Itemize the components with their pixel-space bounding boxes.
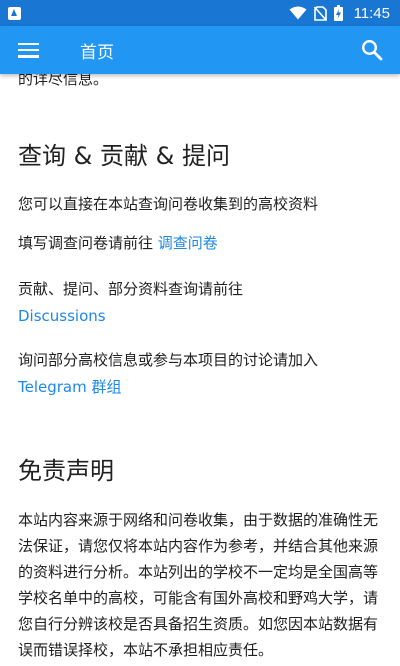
notification-a-icon: [8, 6, 21, 20]
search-button[interactable]: [344, 26, 400, 74]
disclaimer-paragraph: 本站内容来源于网络和问卷收集，由于数据的准确性无法保证，请您仅将本站内容作为参考…: [18, 511, 379, 659]
telegram-paragraph: 询问部分高校信息或参与本项目的讨论请加入 Telegram 群组: [18, 347, 382, 401]
hamburger-menu-icon: [17, 42, 39, 58]
survey-text: 填写调查问卷请前往: [18, 234, 158, 252]
query-paragraph: 您可以直接在本站查询问卷收集到的高校资料: [18, 195, 319, 213]
truncated-paragraph: 的详尽信息。: [18, 74, 109, 88]
status-time: 11:45: [353, 4, 390, 22]
no-sim-icon: [313, 5, 327, 21]
menu-button[interactable]: [0, 26, 62, 74]
section-heading-disclaimer: 免责声明: [18, 457, 114, 485]
section-heading-query: 查询 & 贡献 & 提问: [18, 142, 230, 170]
survey-paragraph: 填写调查问卷请前往 调查问卷: [18, 230, 382, 257]
main-content: 的详尽信息。 查询 & 贡献 & 提问 您可以直接在本站查询问卷收集到的高校资料…: [0, 74, 400, 666]
discussions-link[interactable]: Discussions: [18, 307, 106, 325]
telegram-link[interactable]: Telegram 群组: [18, 378, 122, 396]
app-bar: 首页: [0, 26, 400, 74]
status-bar: 11:45: [0, 0, 400, 26]
telegram-text: 询问部分高校信息或参与本项目的讨论请加入: [18, 351, 319, 369]
wifi-icon: [289, 6, 307, 20]
status-right: 11:45: [289, 5, 390, 22]
page-title: 首页: [80, 42, 114, 63]
battery-charging-icon: [333, 5, 343, 21]
discussions-paragraph: 贡献、提问、部分资料查询请前往 Discussions: [18, 276, 382, 330]
search-icon: [361, 39, 383, 61]
survey-link[interactable]: 调查问卷: [158, 234, 218, 252]
status-left: [8, 6, 21, 20]
discussions-text: 贡献、提问、部分资料查询请前往: [18, 280, 244, 298]
